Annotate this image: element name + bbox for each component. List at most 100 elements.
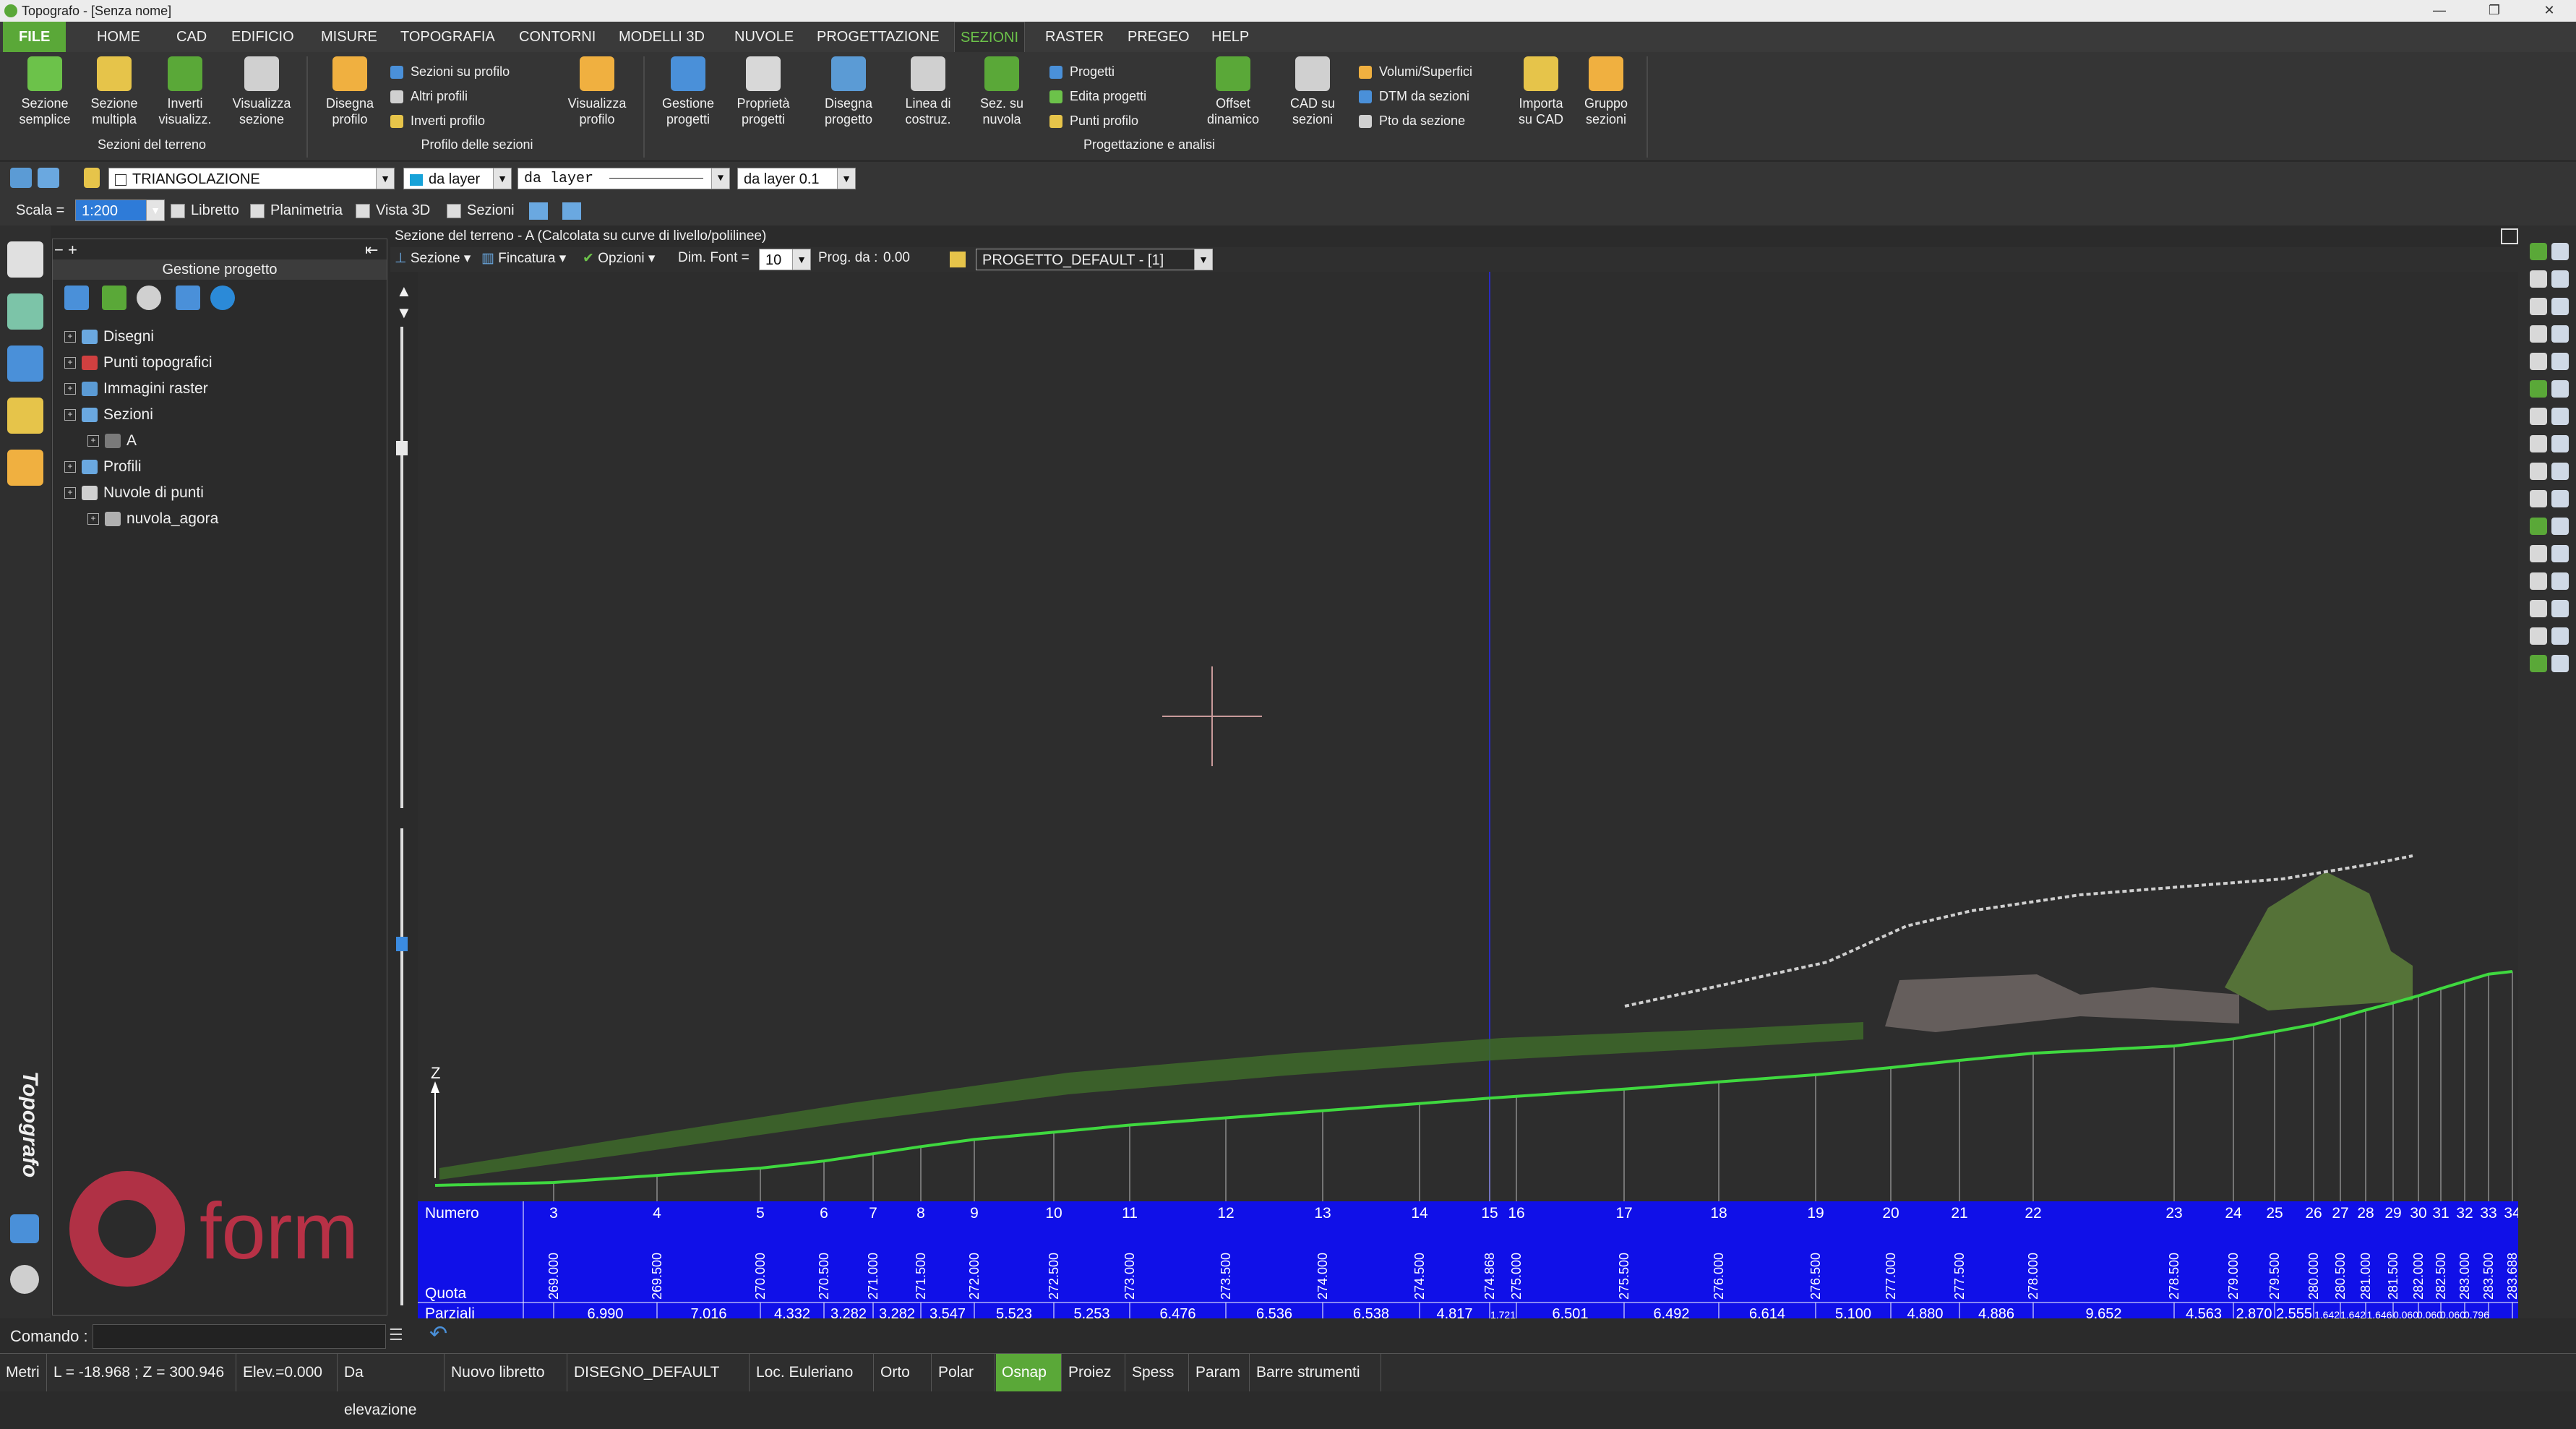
restore-icon[interactable]: ❐ [2469,0,2520,22]
status-spess[interactable]: Spess [1126,1354,1189,1391]
view-tool-icon[interactable] [2551,325,2569,343]
check-libretto[interactable]: Libretto [171,199,239,221]
view-tool-icon[interactable] [2551,518,2569,535]
ribbon-btn-g3b-1[interactable]: CAD su sezioni [1279,56,1346,127]
expand-icon[interactable]: + [64,409,76,421]
status-param[interactable]: Param [1190,1354,1250,1391]
view-tool-icon[interactable] [2530,325,2547,343]
linetype-select[interactable]: da layer ▼ [518,168,730,189]
status-disegno-default[interactable]: DISEGNO_DEFAULT [568,1354,750,1391]
view-tool-icon[interactable] [2530,408,2547,425]
ribbon-btn-g3c-1[interactable]: Gruppo sezioni [1573,56,1639,127]
menu-help[interactable]: HELP [1206,22,1255,52]
minimize-icon[interactable]: — [2414,0,2465,22]
check-vista-3d[interactable]: Vista 3D [356,199,430,221]
tree-item[interactable]: + Punti topografici [64,351,212,375]
ribbon-small-g3-2[interactable]: Punti profilo [1049,110,1138,132]
ribbon-small-g3b-1[interactable]: DTM da sezioni [1359,85,1469,107]
status-osnap[interactable]: Osnap [996,1354,1062,1391]
move-icon[interactable] [176,286,200,310]
tree-item[interactable]: + Disegni [64,325,154,349]
menu-file[interactable]: FILE [3,22,66,52]
select-arrow-icon[interactable] [102,286,126,310]
view-tool-icon[interactable] [2551,380,2569,398]
layers-stack-icon[interactable] [7,346,43,382]
view-tool-icon[interactable] [2551,600,2569,617]
dim-font-select[interactable]: 10 ▼ [759,249,811,270]
view-tool-icon[interactable] [2530,353,2547,370]
folder-icon[interactable] [7,450,43,486]
status-loc-euleriano[interactable]: Loc. Euleriano [750,1354,874,1391]
fincatura-menu[interactable]: ▥ Fincatura ▾ [481,250,566,267]
maximize-view-icon[interactable] [2501,228,2518,244]
menu-cad[interactable]: CAD [171,22,212,52]
tree-item[interactable]: + A [87,429,137,453]
slider-handle-lower[interactable] [396,937,408,951]
view-tool-icon[interactable] [2530,572,2547,590]
scale-select[interactable]: 1:200 ▼ [75,199,165,221]
view-tool-icon[interactable] [2551,408,2569,425]
ribbon-btn-g1-1[interactable]: Sezione multipla [81,56,147,127]
view-tool-icon[interactable] [2551,243,2569,260]
arrow-up-icon[interactable]: ▲ [396,282,412,301]
layer-manager-icon[interactable] [38,168,59,188]
view-tool-icon[interactable] [2551,353,2569,370]
expand-icon[interactable]: + [87,513,99,525]
status-polar[interactable]: Polar [932,1354,995,1391]
menu-nuvole[interactable]: NUVOLE [729,22,799,52]
view-tool-icon[interactable] [2530,518,2547,535]
menu-home[interactable]: HOME [91,22,146,52]
ribbon-btn-g3-0[interactable]: Gestione progetti [655,56,721,127]
ribbon-small-g3b-0[interactable]: Volumi/Superfici [1359,61,1472,82]
view-tool-icon[interactable] [2530,435,2547,452]
tree-item[interactable]: + Sezioni [64,403,153,427]
grid-icon[interactable] [529,202,548,220]
tree-item[interactable]: + Immagini raster [64,377,208,401]
filter-icon[interactable] [10,1214,39,1243]
view-tool-icon[interactable] [2530,545,2547,562]
refresh-icon[interactable] [210,286,235,310]
text-tool-icon[interactable] [7,398,43,434]
ribbon-small-g2-1[interactable]: Altri profili [390,85,468,107]
opzioni-menu[interactable]: ✔ Opzioni ▾ [583,250,655,267]
view-tool-icon[interactable] [2551,627,2569,645]
view-tool-icon[interactable] [2551,490,2569,507]
view-tool-icon[interactable] [2530,600,2547,617]
arrow-down-icon[interactable]: ▼ [396,304,412,322]
expand-icon[interactable]: + [64,357,76,369]
ribbon-btn-g3-4[interactable]: Sez. su nuvola [969,56,1035,127]
ribbon-btn-g3b-0[interactable]: Offset dinamico [1200,56,1266,127]
tree-item[interactable]: + Profili [64,455,142,479]
status-nuovo-libretto[interactable]: Nuovo libretto [445,1354,567,1391]
panel-pin-icon[interactable]: ⇤ [365,241,378,259]
notes-icon[interactable] [7,241,43,278]
status-orto[interactable]: Orto [875,1354,932,1391]
view-tool-icon[interactable] [2530,270,2547,288]
command-input[interactable] [93,1324,386,1349]
project-select[interactable]: PROGETTO_DEFAULT - [1] ▼ [976,249,1213,270]
ribbon-btn-disegna-profilo[interactable]: Disegna profilo [317,56,383,127]
ribbon-btn-g3-3[interactable]: Linea di costruz. [895,56,961,127]
vertical-zoom-slider[interactable]: ▲ ▼ [390,239,415,1314]
menu-raster[interactable]: RASTER [1039,22,1109,52]
tree-item[interactable]: + Nuvole di punti [64,481,204,505]
check-planimetria[interactable]: Planimetria [250,199,343,221]
panel-icon[interactable] [562,202,581,220]
color-select[interactable]: da layer ▼ [403,168,512,189]
view-tool-icon[interactable] [2530,490,2547,507]
ribbon-btn-g3-2[interactable]: Disegna progetto [815,56,882,127]
ribbon-btn-g3-1[interactable]: Proprietà progetti [730,56,797,127]
expand-icon[interactable]: + [64,461,76,473]
panel-collapse-icon[interactable]: − + [54,241,77,259]
ribbon-btn-g1-3[interactable]: Visualizza sezione [228,56,295,127]
menu-edificio[interactable]: EDIFICIO [226,22,300,52]
menu-misure[interactable]: MISURE [315,22,383,52]
ribbon-small-g3-0[interactable]: Progetti [1049,61,1115,82]
command-history-icon[interactable]: ☰ [389,1326,403,1344]
tree-item[interactable]: + nuvola_agora [87,507,218,531]
sezione-menu[interactable]: ⊥ Sezione ▾ [395,250,471,267]
expand-icon[interactable]: + [64,383,76,395]
menu-pregeo[interactable]: PREGEO [1122,22,1195,52]
view-tool-icon[interactable] [2530,627,2547,645]
status-barre-strumenti[interactable]: Barre strumenti [1250,1354,1381,1391]
